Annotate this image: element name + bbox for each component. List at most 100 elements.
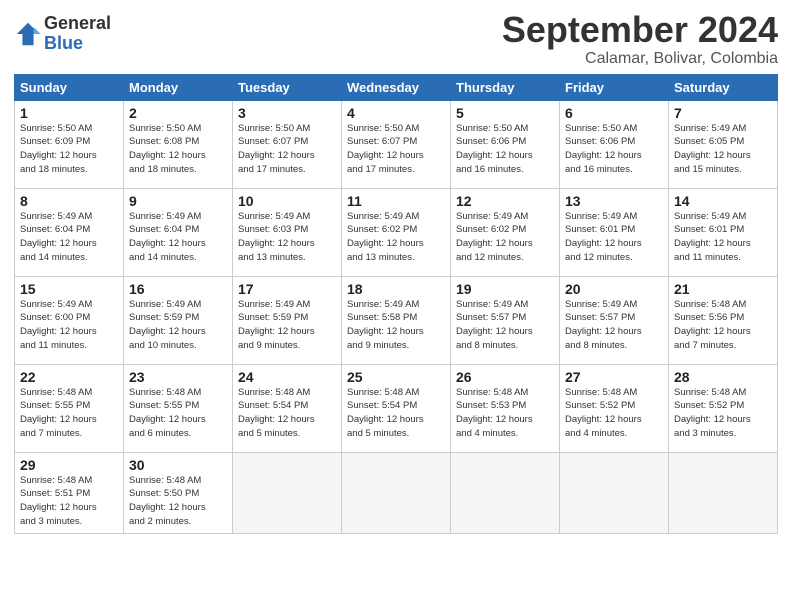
day-info: Sunrise: 5:50 AMSunset: 6:07 PMDaylight:… [238,122,336,177]
day-cell: 26Sunrise: 5:48 AMSunset: 5:53 PMDayligh… [451,364,560,452]
day-cell: 10Sunrise: 5:49 AMSunset: 6:03 PMDayligh… [233,188,342,276]
day-cell: 24Sunrise: 5:48 AMSunset: 5:54 PMDayligh… [233,364,342,452]
day-cell: 18Sunrise: 5:49 AMSunset: 5:58 PMDayligh… [342,276,451,364]
day-cell: 1Sunrise: 5:50 AMSunset: 6:09 PMDaylight… [15,100,124,188]
day-number: 30 [129,457,227,473]
day-info: Sunrise: 5:48 AMSunset: 5:54 PMDaylight:… [238,386,336,441]
day-cell: 21Sunrise: 5:48 AMSunset: 5:56 PMDayligh… [669,276,778,364]
day-cell: 23Sunrise: 5:48 AMSunset: 5:55 PMDayligh… [124,364,233,452]
week-row-1: 1Sunrise: 5:50 AMSunset: 6:09 PMDaylight… [15,100,778,188]
day-number: 25 [347,369,445,385]
col-header-friday: Friday [560,74,669,100]
day-cell: 29Sunrise: 5:48 AMSunset: 5:51 PMDayligh… [15,452,124,533]
day-number: 4 [347,105,445,121]
day-number: 24 [238,369,336,385]
day-info: Sunrise: 5:49 AMSunset: 5:59 PMDaylight:… [238,298,336,353]
day-info: Sunrise: 5:49 AMSunset: 6:02 PMDaylight:… [456,210,554,265]
day-number: 9 [129,193,227,209]
week-row-3: 15Sunrise: 5:49 AMSunset: 6:00 PMDayligh… [15,276,778,364]
day-cell: 22Sunrise: 5:48 AMSunset: 5:55 PMDayligh… [15,364,124,452]
day-cell: 12Sunrise: 5:49 AMSunset: 6:02 PMDayligh… [451,188,560,276]
day-number: 10 [238,193,336,209]
col-header-tuesday: Tuesday [233,74,342,100]
day-info: Sunrise: 5:49 AMSunset: 6:04 PMDaylight:… [129,210,227,265]
day-info: Sunrise: 5:48 AMSunset: 5:53 PMDaylight:… [456,386,554,441]
logo-blue: Blue [44,34,111,54]
col-header-monday: Monday [124,74,233,100]
day-info: Sunrise: 5:48 AMSunset: 5:56 PMDaylight:… [674,298,772,353]
day-info: Sunrise: 5:50 AMSunset: 6:06 PMDaylight:… [456,122,554,177]
day-number: 20 [565,281,663,297]
day-cell: 27Sunrise: 5:48 AMSunset: 5:52 PMDayligh… [560,364,669,452]
day-info: Sunrise: 5:50 AMSunset: 6:06 PMDaylight:… [565,122,663,177]
day-number: 27 [565,369,663,385]
day-cell: 6Sunrise: 5:50 AMSunset: 6:06 PMDaylight… [560,100,669,188]
header: General Blue September 2024 Calamar, Bol… [14,10,778,68]
logo-text: General Blue [44,14,111,54]
day-cell: 5Sunrise: 5:50 AMSunset: 6:06 PMDaylight… [451,100,560,188]
day-number: 26 [456,369,554,385]
day-info: Sunrise: 5:49 AMSunset: 5:57 PMDaylight:… [565,298,663,353]
day-number: 7 [674,105,772,121]
week-row-2: 8Sunrise: 5:49 AMSunset: 6:04 PMDaylight… [15,188,778,276]
day-number: 22 [20,369,118,385]
day-info: Sunrise: 5:49 AMSunset: 6:04 PMDaylight:… [20,210,118,265]
day-number: 12 [456,193,554,209]
day-cell: 20Sunrise: 5:49 AMSunset: 5:57 PMDayligh… [560,276,669,364]
day-number: 17 [238,281,336,297]
day-info: Sunrise: 5:50 AMSunset: 6:07 PMDaylight:… [347,122,445,177]
col-header-saturday: Saturday [669,74,778,100]
day-number: 21 [674,281,772,297]
day-cell: 13Sunrise: 5:49 AMSunset: 6:01 PMDayligh… [560,188,669,276]
day-info: Sunrise: 5:49 AMSunset: 6:03 PMDaylight:… [238,210,336,265]
col-header-sunday: Sunday [15,74,124,100]
day-info: Sunrise: 5:48 AMSunset: 5:54 PMDaylight:… [347,386,445,441]
day-cell: 9Sunrise: 5:49 AMSunset: 6:04 PMDaylight… [124,188,233,276]
day-cell [342,452,451,533]
day-info: Sunrise: 5:48 AMSunset: 5:52 PMDaylight:… [565,386,663,441]
day-cell: 17Sunrise: 5:49 AMSunset: 5:59 PMDayligh… [233,276,342,364]
logo-general: General [44,14,111,34]
day-info: Sunrise: 5:49 AMSunset: 6:05 PMDaylight:… [674,122,772,177]
day-number: 13 [565,193,663,209]
day-cell: 25Sunrise: 5:48 AMSunset: 5:54 PMDayligh… [342,364,451,452]
day-info: Sunrise: 5:48 AMSunset: 5:55 PMDaylight:… [129,386,227,441]
day-number: 19 [456,281,554,297]
day-number: 11 [347,193,445,209]
day-info: Sunrise: 5:49 AMSunset: 6:02 PMDaylight:… [347,210,445,265]
day-info: Sunrise: 5:50 AMSunset: 6:08 PMDaylight:… [129,122,227,177]
day-cell: 4Sunrise: 5:50 AMSunset: 6:07 PMDaylight… [342,100,451,188]
day-info: Sunrise: 5:49 AMSunset: 5:58 PMDaylight:… [347,298,445,353]
day-number: 28 [674,369,772,385]
day-cell: 11Sunrise: 5:49 AMSunset: 6:02 PMDayligh… [342,188,451,276]
day-cell [669,452,778,533]
day-cell [560,452,669,533]
day-cell: 7Sunrise: 5:49 AMSunset: 6:05 PMDaylight… [669,100,778,188]
day-info: Sunrise: 5:49 AMSunset: 6:01 PMDaylight:… [565,210,663,265]
day-info: Sunrise: 5:49 AMSunset: 5:59 PMDaylight:… [129,298,227,353]
col-header-wednesday: Wednesday [342,74,451,100]
day-number: 2 [129,105,227,121]
day-number: 18 [347,281,445,297]
day-number: 16 [129,281,227,297]
day-cell: 28Sunrise: 5:48 AMSunset: 5:52 PMDayligh… [669,364,778,452]
day-number: 3 [238,105,336,121]
logo: General Blue [14,14,111,54]
day-cell [233,452,342,533]
day-cell: 14Sunrise: 5:49 AMSunset: 6:01 PMDayligh… [669,188,778,276]
page: General Blue September 2024 Calamar, Bol… [0,0,792,612]
day-number: 8 [20,193,118,209]
day-cell: 30Sunrise: 5:48 AMSunset: 5:50 PMDayligh… [124,452,233,533]
day-info: Sunrise: 5:48 AMSunset: 5:51 PMDaylight:… [20,474,118,529]
week-row-4: 22 Sunrise: 5:48 AMSunset: 5:55 PMDayligh… [15,364,778,452]
day-info: Sunrise: 5:48 AMSunset: 5:52 PMDaylight:… [674,386,772,441]
day-info: Sunrise: 5:48 AMSunset: 5:50 PMDaylight:… [129,474,227,529]
header-row: SundayMondayTuesdayWednesdayThursdayFrid… [15,74,778,100]
day-number: 1 [20,105,118,121]
col-header-thursday: Thursday [451,74,560,100]
month-title: September 2024 [502,10,778,50]
location-title: Calamar, Bolivar, Colombia [502,50,778,68]
day-cell [451,452,560,533]
day-info: Sunrise: 5:50 AMSunset: 6:09 PMDaylight:… [20,122,118,177]
day-number: 29 [20,457,118,473]
